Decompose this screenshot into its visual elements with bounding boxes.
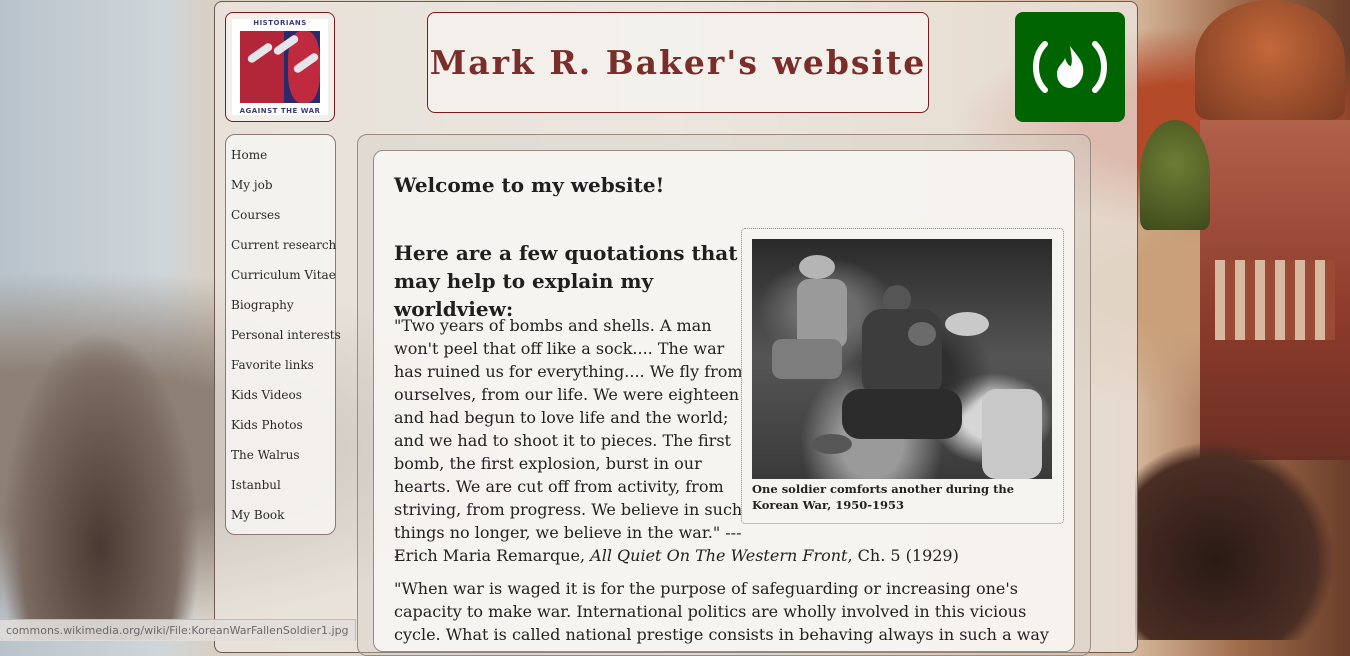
background-cathedral-tower [1200,120,1350,460]
logo-bottom-text: AGAINST THE WAR [239,107,321,115]
background-painting-left [0,330,200,640]
quotations-heading: Here are a few quotations that may help … [394,241,738,321]
quote-second: "When war is waged it is for the purpose… [394,579,1049,651]
site-title-banner: Mark R. Baker's website [427,12,929,113]
nav-link-current-research[interactable]: Current research [231,238,336,252]
nav-link-my-job[interactable]: My job [231,178,273,192]
browser-status-url: commons.wikimedia.org/wiki/File:KoreanWa… [0,619,356,641]
nav-link-curriculum-vitae[interactable]: Curriculum Vitae [231,268,336,282]
nav-link-favorite-links[interactable]: Favorite links [231,358,314,372]
sidebar-nav: Home My job Courses Current research Cur… [225,134,341,535]
welcome-heading: Welcome to my website! [394,173,665,197]
site-title: Mark R. Baker's website [429,43,927,82]
nav-link-courses[interactable]: Courses [231,208,280,222]
nav-link-my-book[interactable]: My Book [231,508,284,522]
background-green-dome [1140,120,1210,230]
photo-caption: One soldier comforts another during the … [752,482,1015,512]
background-onion-dome [1195,0,1345,120]
flame-badge[interactable] [1015,12,1125,122]
nav-link-the-walrus[interactable]: The Walrus [231,448,300,462]
historians-against-war-logo[interactable]: HISTORIANS AGAINST THE WAR [225,12,335,122]
quote-reference: , Ch. 5 (1929) [847,546,959,565]
quote-book-title: All Quiet On The Western Front [590,546,848,565]
flame-in-parentheses-icon [1033,41,1107,93]
logo-top-text: HISTORIANS [253,19,307,27]
nav-link-kids-photos[interactable]: Kids Photos [231,418,303,432]
nav-link-biography[interactable]: Biography [231,298,294,312]
quote-remarque: "Two years of bombs and shells. A man wo… [394,316,743,565]
background-cathedral-detail [1215,260,1335,340]
nav-link-personal-interests[interactable]: Personal interests [231,328,341,342]
nav-link-istanbul[interactable]: Istanbul [231,478,281,492]
nav-link-kids-videos[interactable]: Kids Videos [231,388,302,402]
nav-link-home[interactable]: Home [231,148,267,162]
quote-author: Erich Maria Remarque, [394,546,591,565]
photo-figure: One soldier comforts another during the … [741,228,1064,524]
quote-remarque-attribution: Erich Maria Remarque, All Quiet On The W… [394,544,959,567]
main-content: Welcome to my website! Here are a few qu… [373,150,1075,652]
background-figure [1135,440,1335,640]
logo-image: HISTORIANS AGAINST THE WAR [232,19,328,115]
korean-war-photo[interactable] [752,239,1052,479]
